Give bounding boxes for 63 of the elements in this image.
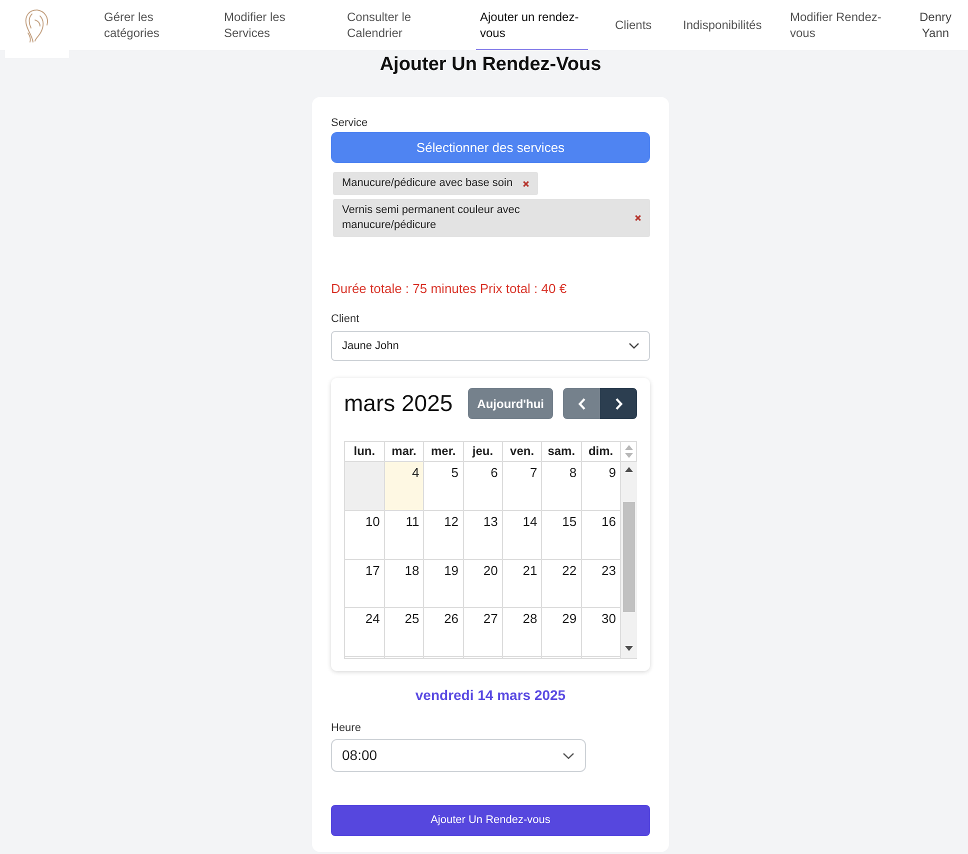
day-cell[interactable]: 20	[463, 559, 502, 608]
day-cell[interactable]: 13	[463, 510, 502, 559]
day-cell[interactable]: 7	[502, 462, 542, 510]
weekday-header: ven.	[502, 442, 542, 461]
day-cell[interactable]: 21	[502, 559, 542, 608]
nav-link[interactable]: Indisponibilités	[679, 0, 766, 50]
day-cell[interactable]: 8	[542, 462, 582, 510]
weekday-header: lun.	[345, 442, 384, 461]
calendar-month-title: mars 2025	[344, 389, 453, 418]
chevron-left-icon	[578, 398, 586, 410]
client-select[interactable]: Jaune John	[331, 331, 650, 361]
day-cell[interactable]: 27	[463, 608, 502, 656]
nav-link[interactable]: Gérer les catégories	[100, 0, 200, 50]
nav-link[interactable]: Modifier Rendez-vous	[786, 0, 890, 50]
scroll-down-icon[interactable]	[625, 646, 633, 651]
scrollbar-thumb[interactable]	[623, 502, 635, 612]
weekday-header: jeu.	[463, 442, 502, 461]
client-label: Client	[331, 312, 360, 326]
weekday-header: dim.	[581, 442, 620, 461]
scroll-up-icon[interactable]	[625, 467, 633, 472]
time-select[interactable]: 08:00	[331, 739, 586, 772]
weekday-header: sam.	[542, 442, 582, 461]
day-cell[interactable]: 22	[542, 559, 582, 608]
time-label: Heure	[331, 721, 362, 735]
chevron-right-icon	[614, 398, 622, 410]
remove-icon[interactable]	[522, 180, 529, 186]
day-cell[interactable]: 15	[542, 510, 582, 559]
day-cell[interactable]: 28	[502, 608, 542, 656]
select-services-button[interactable]: Sélectionner des services	[331, 132, 650, 163]
day-cell[interactable]: 24	[345, 608, 384, 656]
nav-link[interactable]: Clients	[611, 0, 656, 50]
chevron-down-icon	[563, 752, 574, 758]
nav-link[interactable]: Ajouter un rendez-vous	[476, 0, 588, 50]
day-cell[interactable]: 19	[424, 559, 464, 608]
day-cell[interactable]: 17	[345, 559, 384, 608]
day-cell[interactable]: 10	[345, 510, 384, 559]
today-cell[interactable]: 4	[384, 462, 424, 510]
nav-link[interactable]: Modifier les Services	[220, 0, 312, 50]
selected-service-chip: Manucure/pédicure avec base soin	[333, 172, 538, 195]
day-cell[interactable]: 29	[542, 608, 582, 656]
day-cell[interactable]: 26	[424, 608, 464, 656]
scrollbar[interactable]	[621, 462, 637, 658]
day-cell[interactable]: 6	[463, 462, 502, 510]
day-cell[interactable]: 18	[384, 559, 424, 608]
user-menu-link[interactable]: Denry Yann	[916, 9, 955, 41]
scroll-arrows-icon	[625, 445, 633, 458]
service-label: Service	[331, 116, 369, 130]
selected-service-chip: Vernis semi permanent couleur avec manucure/pédicure	[333, 199, 650, 237]
nav-link[interactable]: Consulter le Calendrier	[343, 0, 443, 50]
day-cell[interactable]: 12	[424, 510, 464, 559]
selected-date-text: vendredi 14 mars 2025	[414, 686, 567, 704]
add-appointment-button[interactable]: Ajouter Un Rendez-vous	[331, 805, 650, 836]
day-cell[interactable]: 25	[384, 608, 424, 656]
day-cell[interactable]: 5	[424, 462, 464, 510]
day-cell[interactable]: 14	[502, 510, 542, 559]
weekday-header: mar.	[384, 442, 424, 461]
page-title: Ajouter Un Rendez-Vous	[380, 54, 602, 76]
total-summary-text: Durée totale : 75 minutes Prix total : 40 €	[331, 281, 568, 297]
weekday-header: mer.	[424, 442, 464, 461]
next-month-button[interactable]	[600, 388, 637, 419]
remove-icon[interactable]	[635, 215, 641, 221]
chevron-down-icon	[629, 343, 639, 349]
day-cell[interactable]: 11	[384, 510, 424, 559]
